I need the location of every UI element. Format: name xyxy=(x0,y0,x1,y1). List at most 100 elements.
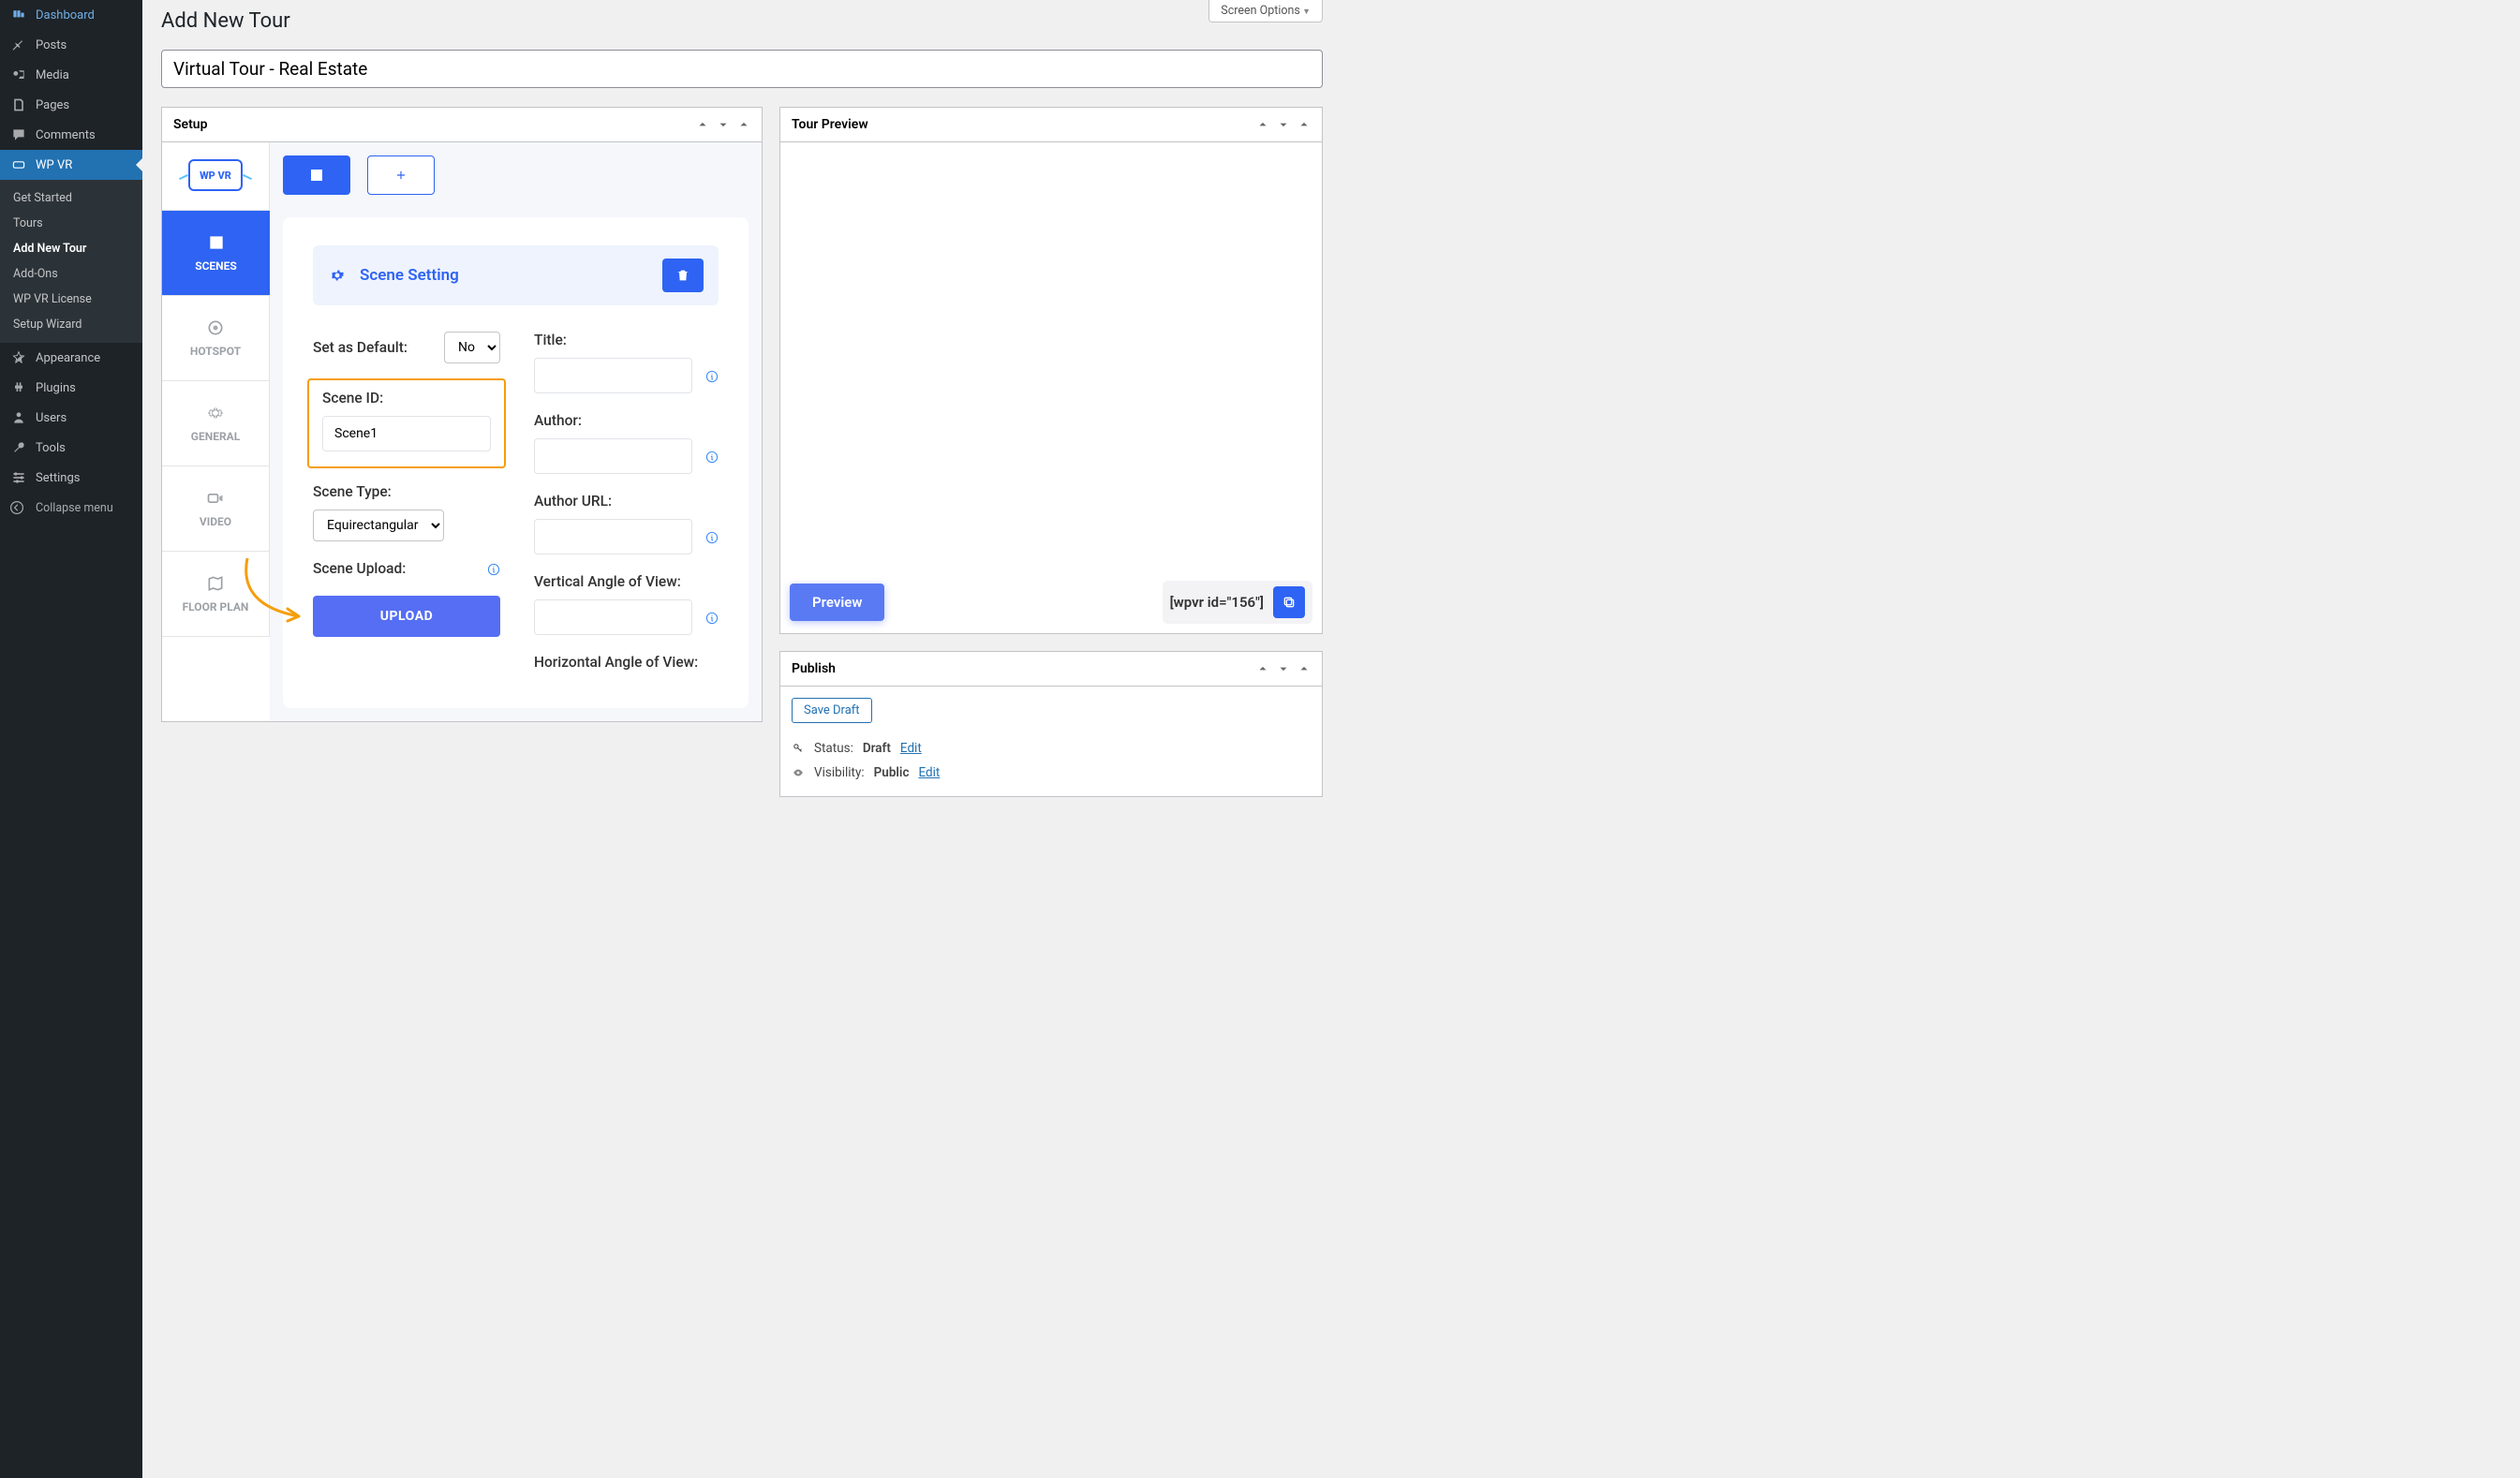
sidebar-label: Appearance xyxy=(36,351,100,365)
panel-up-icon[interactable] xyxy=(696,118,709,131)
appearance-icon xyxy=(9,350,28,365)
publish-box-title: Publish xyxy=(792,661,836,676)
save-draft-button[interactable]: Save Draft xyxy=(792,698,872,723)
collapse-menu[interactable]: Collapse menu xyxy=(0,493,142,523)
tab-label: VIDEO xyxy=(200,515,231,528)
target-icon xyxy=(206,318,225,337)
collapse-label: Collapse menu xyxy=(36,501,113,515)
sidebar-item-settings[interactable]: Settings xyxy=(0,463,142,493)
sidebar-label: Tools xyxy=(36,441,66,455)
sidebar-label: Comments xyxy=(36,128,96,142)
submenu-addons[interactable]: Add-Ons xyxy=(0,261,142,287)
panel-toggle-icon[interactable] xyxy=(1297,118,1311,131)
author-input[interactable] xyxy=(534,438,692,474)
panel-toggle-icon[interactable] xyxy=(737,118,750,131)
panel-down-icon[interactable] xyxy=(1277,662,1290,675)
sidebar-item-appearance[interactable]: Appearance xyxy=(0,343,142,373)
sidebar-label: Posts xyxy=(36,38,67,52)
author-url-label: Author URL: xyxy=(534,493,719,510)
tab-general[interactable]: GENERAL xyxy=(162,381,270,466)
sidebar-label: Dashboard xyxy=(36,8,95,22)
sidebar-item-pages[interactable]: Pages xyxy=(0,90,142,120)
panel-toggle-icon[interactable] xyxy=(1297,662,1311,675)
scene-id-highlight: Scene ID: xyxy=(307,378,506,468)
scene-id-label: Scene ID: xyxy=(322,390,491,406)
shortcode-display: [wpvr id="156"] xyxy=(1163,581,1312,624)
info-icon[interactable] xyxy=(487,562,500,575)
key-icon xyxy=(792,742,805,755)
author-url-input[interactable] xyxy=(534,519,692,554)
sidebar-label: Media xyxy=(36,68,69,82)
tab-scenes[interactable]: SCENES xyxy=(162,211,270,296)
tab-label: GENERAL xyxy=(191,430,240,443)
info-icon[interactable] xyxy=(705,611,719,624)
info-icon[interactable] xyxy=(705,369,719,382)
scene-setting-title: Scene Setting xyxy=(360,266,459,285)
sidebar-item-comments[interactable]: Comments xyxy=(0,120,142,150)
main-content: Screen Options Add New Tour Setup WP V xyxy=(142,0,1342,1478)
tour-title-input[interactable] xyxy=(161,50,1323,88)
submenu-tours[interactable]: Tours xyxy=(0,211,142,236)
wpvr-submenu: Get Started Tours Add New Tour Add-Ons W… xyxy=(0,180,142,343)
submenu-get-started[interactable]: Get Started xyxy=(0,185,142,211)
preview-box-title: Tour Preview xyxy=(792,117,868,132)
scene-type-select[interactable]: Equirectangular xyxy=(313,510,444,541)
author-label: Author: xyxy=(534,412,719,429)
sidebar-label: WP VR xyxy=(36,158,72,172)
tab-hotspot[interactable]: HOTSPOT xyxy=(162,296,270,381)
sidebar-label: Users xyxy=(36,411,67,425)
submenu-license[interactable]: WP VR License xyxy=(0,287,142,312)
sidebar-item-tools[interactable]: Tools xyxy=(0,433,142,463)
media-icon xyxy=(9,67,28,82)
page-icon xyxy=(9,97,28,112)
visibility-row: Visibility: Public Edit xyxy=(792,761,1311,785)
visibility-label: Visibility: xyxy=(814,765,865,780)
admin-sidebar: Dashboard Posts Media Pages Comments WP … xyxy=(0,0,142,1478)
dashboard-icon xyxy=(9,7,28,22)
sidebar-item-wpvr[interactable]: WP VR xyxy=(0,150,142,180)
sidebar-item-users[interactable]: Users xyxy=(0,403,142,433)
trash-icon xyxy=(675,268,690,283)
delete-scene-button[interactable] xyxy=(662,259,704,292)
submenu-wizard[interactable]: Setup Wizard xyxy=(0,312,142,337)
scene-upload-label: Scene Upload: xyxy=(313,560,474,577)
upload-button[interactable]: UPLOAD xyxy=(313,596,500,637)
info-icon[interactable] xyxy=(705,450,719,463)
visibility-value: Public xyxy=(874,765,910,780)
tab-floorplan[interactable]: FLOOR PLAN xyxy=(162,552,270,637)
scene-thumb-button[interactable] xyxy=(283,155,350,195)
shortcode-text: [wpvr id="156"] xyxy=(1170,594,1264,611)
tab-video[interactable]: VIDEO xyxy=(162,466,270,552)
publish-postbox: Publish Save Draft Status: Draft Edit xyxy=(779,651,1323,797)
panel-down-icon[interactable] xyxy=(717,118,730,131)
image-icon xyxy=(308,167,325,184)
edit-visibility-link[interactable]: Edit xyxy=(918,765,940,780)
panel-up-icon[interactable] xyxy=(1256,118,1269,131)
panel-down-icon[interactable] xyxy=(1277,118,1290,131)
scene-id-input[interactable] xyxy=(322,416,491,451)
wpvr-icon xyxy=(9,157,28,172)
status-value: Draft xyxy=(863,741,891,756)
sidebar-label: Plugins xyxy=(36,381,76,395)
set-default-select[interactable]: No xyxy=(444,332,500,363)
panel-up-icon[interactable] xyxy=(1256,662,1269,675)
copy-icon xyxy=(1282,595,1297,610)
title-label: Title: xyxy=(534,332,719,348)
vangle-input[interactable] xyxy=(534,599,692,635)
title-input[interactable] xyxy=(534,358,692,393)
add-scene-button[interactable] xyxy=(367,155,435,195)
sidebar-item-posts[interactable]: Posts xyxy=(0,30,142,60)
sidebar-item-dashboard[interactable]: Dashboard xyxy=(0,0,142,30)
sidebar-item-media[interactable]: Media xyxy=(0,60,142,90)
edit-status-link[interactable]: Edit xyxy=(900,741,922,756)
plus-icon xyxy=(394,169,408,182)
submenu-add-new-tour[interactable]: Add New Tour xyxy=(0,236,142,261)
scene-type-label: Scene Type: xyxy=(313,483,500,500)
info-icon[interactable] xyxy=(705,530,719,543)
preview-button[interactable]: Preview xyxy=(790,584,884,621)
eye-icon xyxy=(792,766,805,779)
wpvr-logo: WP VR xyxy=(188,159,243,191)
copy-shortcode-button[interactable] xyxy=(1273,586,1305,618)
sidebar-item-plugins[interactable]: Plugins xyxy=(0,373,142,403)
screen-options-button[interactable]: Screen Options xyxy=(1208,0,1323,22)
